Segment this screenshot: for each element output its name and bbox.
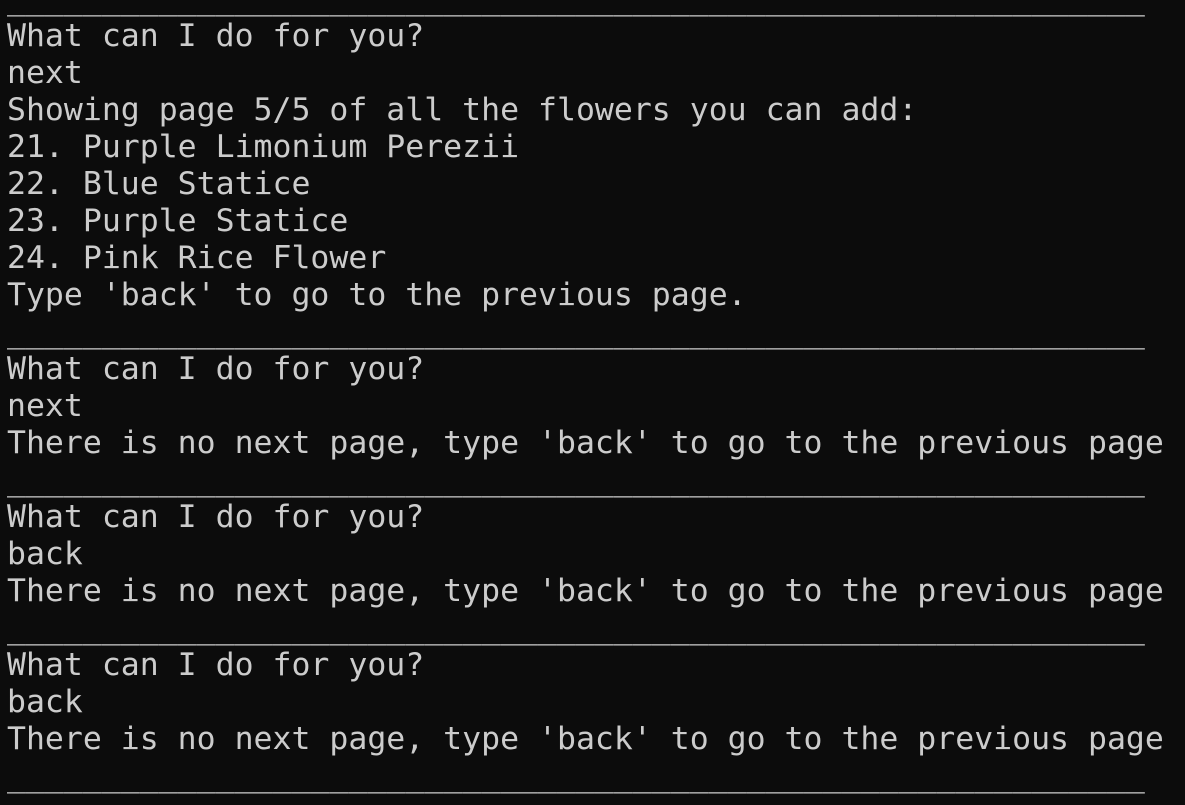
output-line: There is no next page, type 'back' to go…: [7, 573, 1164, 609]
flower-list-item: 24. Pink Rice Flower: [7, 240, 387, 276]
output-line: Type 'back' to go to the previous page.: [7, 277, 747, 313]
prompt-text: What can I do for you?: [7, 351, 425, 387]
separator-line: ________________________________________…: [7, 314, 1145, 350]
user-input: back: [7, 684, 83, 720]
prompt-text: What can I do for you?: [7, 18, 425, 54]
flower-list-item: 22. Blue Statice: [7, 166, 311, 202]
separator-line: ________________________________________…: [7, 0, 1147, 18]
command-block: What can I do for you? next Showing page…: [7, 18, 1185, 314]
output-line: Showing page 5/5 of all the flowers you …: [7, 92, 918, 128]
separator-line: ________________________________________…: [7, 610, 1145, 646]
separator-line: ________________________________________…: [7, 758, 1145, 794]
command-block: What can I do for you? back There is no …: [7, 647, 1185, 758]
command-block: What can I do for you? back There is no …: [7, 499, 1185, 610]
separator-line: ________________________________________…: [7, 462, 1145, 498]
output-line: There is no next page, type 'back' to go…: [7, 721, 1164, 757]
output-line: There is no next page, type 'back' to go…: [7, 425, 1164, 461]
user-input: next: [7, 55, 83, 91]
command-block: What can I do for you? next There is no …: [7, 351, 1185, 462]
user-input: back: [7, 536, 83, 572]
prompt-text: What can I do for you?: [7, 647, 425, 683]
flower-list-item: 21. Purple Limonium Perezii: [7, 129, 520, 165]
terminal-window[interactable]: ________________________________________…: [0, 0, 1185, 805]
prompt-text: What can I do for you?: [7, 499, 425, 535]
flower-list-item: 23. Purple Statice: [7, 203, 349, 239]
user-input: next: [7, 388, 83, 424]
